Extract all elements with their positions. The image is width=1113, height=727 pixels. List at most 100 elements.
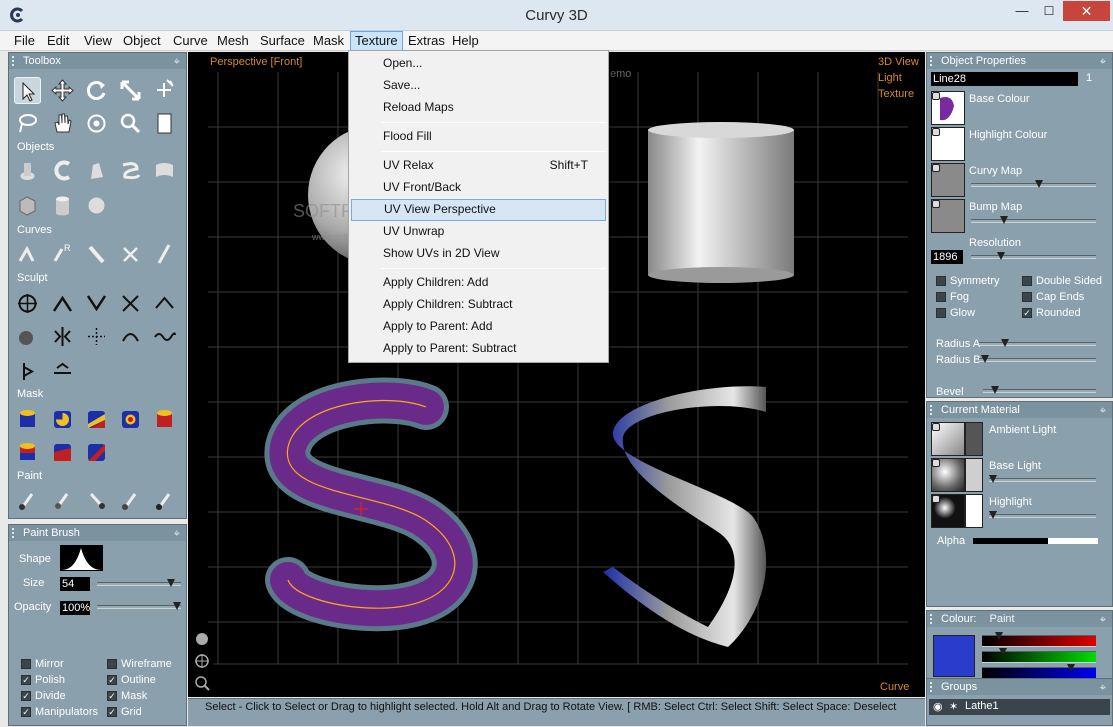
move-tool[interactable] (49, 77, 76, 104)
sheet-object-tool[interactable] (151, 157, 178, 184)
highlight-colour[interactable] (965, 494, 983, 528)
pan-view-icon[interactable] (193, 652, 211, 670)
colour-mode[interactable]: Paint (990, 613, 1015, 625)
lock-icon[interactable] (932, 92, 940, 100)
scale-tool[interactable] (117, 77, 144, 104)
3d-view-toggle[interactable]: 3D View (878, 56, 919, 68)
menu-item-uv-view-perspective[interactable]: UV View Perspective (351, 199, 606, 221)
mask-cylinder-tool[interactable] (151, 406, 178, 433)
red-channel-slider[interactable] (982, 632, 1096, 647)
sculpt-arrows-tool[interactable] (83, 323, 110, 350)
panel-grip[interactable] (12, 528, 20, 538)
paint-sharpen-tool[interactable] (117, 486, 144, 513)
slider-knob[interactable] (989, 511, 997, 519)
menu-item-reload-maps[interactable]: Reload Maps (351, 97, 606, 119)
radius-a-slider[interactable] (979, 339, 1096, 347)
panel-grip[interactable] (930, 56, 938, 66)
group-list-item[interactable]: ◉ ✶ Lathe1 (929, 699, 1110, 715)
eye-icon[interactable]: ◉ (933, 700, 943, 713)
menu-curve[interactable]: Curve (169, 31, 212, 51)
mask-gradient-tool[interactable] (83, 406, 110, 433)
cube-tool[interactable] (14, 192, 41, 219)
page-tool[interactable] (151, 110, 178, 137)
cylinder-tool[interactable] (49, 192, 76, 219)
lock-icon[interactable] (932, 495, 940, 503)
lasso-tool[interactable] (14, 110, 41, 137)
slider-knob[interactable] (1035, 180, 1044, 188)
sculpt-grab-tool[interactable] (14, 290, 41, 317)
menu-item-open[interactable]: Open... (351, 53, 606, 75)
menu-item-show-uvs[interactable]: Show UVs in 2D View (351, 243, 606, 265)
grid-checkbox[interactable]: ✓ Grid (107, 705, 142, 719)
panel-grip[interactable] (930, 682, 938, 692)
symmetry-checkbox[interactable]: Symmetry (936, 274, 1000, 288)
panel-grip[interactable] (12, 56, 20, 66)
wireframe-checkbox[interactable]: Wireframe (107, 657, 172, 671)
alpha-slider[interactable] (973, 538, 1098, 544)
pin-icon[interactable]: ⌖ (174, 54, 180, 70)
rounded-checkbox[interactable]: ✓ Rounded (1022, 306, 1081, 320)
sculpt-crease-tool[interactable] (49, 358, 76, 385)
orbit-tool[interactable] (83, 110, 110, 137)
slider-knob[interactable] (991, 386, 1000, 394)
glow-checkbox[interactable]: Glow (936, 306, 975, 320)
lock-icon[interactable] (932, 128, 940, 136)
light-toggle[interactable]: Light (878, 72, 902, 84)
sculpt-blob-tool[interactable] (14, 323, 41, 350)
mask-fill-tool[interactable] (14, 406, 41, 433)
menu-item-flood-fill[interactable]: Flood Fill (351, 126, 606, 148)
pin-icon[interactable]: ⌖ (1100, 403, 1106, 419)
sculpt-mirror-tool[interactable] (49, 323, 76, 350)
paint-blur-tool[interactable] (83, 486, 110, 513)
lock-icon[interactable] (932, 423, 940, 431)
curve-mode-label[interactable]: Curve (880, 681, 909, 693)
texture-toggle[interactable]: Texture (878, 88, 914, 100)
sculpt-wave-tool[interactable] (151, 323, 178, 350)
curve-object-tool[interactable] (49, 157, 76, 184)
mask-invert-tool[interactable] (14, 439, 41, 466)
base-light-colour[interactable] (965, 458, 983, 492)
menu-object[interactable]: Object (119, 31, 165, 51)
menu-file[interactable]: File (10, 31, 39, 51)
brush-shape-preview[interactable] (60, 545, 103, 571)
sphere-tool[interactable] (83, 192, 110, 219)
slider-knob[interactable] (173, 602, 181, 610)
mask-pie-tool[interactable] (49, 406, 76, 433)
divide-checkbox[interactable]: ✓ Divide (21, 689, 66, 703)
slider-knob[interactable] (1000, 216, 1009, 224)
menu-view[interactable]: View (80, 31, 116, 51)
paint-stamp-tool[interactable] (151, 486, 178, 513)
polish-checkbox[interactable]: ✓ Polish (21, 673, 65, 687)
sculpt-twist-tool[interactable] (117, 323, 144, 350)
zoom-tool[interactable] (117, 110, 144, 137)
mask-checkbox[interactable]: ✓ Mask (107, 689, 147, 703)
maximize-button[interactable]: ☐ (1036, 1, 1062, 21)
resolution-slider[interactable] (971, 252, 1096, 260)
menu-help[interactable]: Help (448, 31, 483, 51)
menu-item-apply-children-subtract[interactable]: Apply Children: Subtract (351, 294, 606, 316)
cylinder-object[interactable] (648, 122, 794, 283)
menu-extras[interactable]: Extras (404, 31, 449, 51)
slider-knob[interactable] (1066, 664, 1075, 672)
sculpt-pinch-tool[interactable] (49, 290, 76, 317)
slider-knob[interactable] (1000, 339, 1009, 347)
size-slider[interactable] (97, 579, 181, 587)
rotate-tool[interactable] (83, 77, 110, 104)
ruler-tool[interactable] (151, 241, 178, 268)
menu-edit[interactable]: Edit (43, 31, 73, 51)
opacity-field[interactable]: 100% (60, 601, 90, 615)
curvy-map-slider[interactable] (971, 180, 1096, 188)
view-label[interactable]: Perspective [Front] (210, 56, 302, 68)
panel-grip[interactable] (930, 405, 938, 415)
menu-item-save[interactable]: Save... (351, 75, 606, 97)
mask-blend-tool[interactable] (49, 439, 76, 466)
curve-rotate-tool[interactable]: R (49, 241, 76, 268)
pin-icon[interactable]: ⌖ (1100, 680, 1106, 696)
cap-ends-checkbox[interactable]: Cap Ends (1022, 290, 1084, 304)
menu-texture[interactable]: Texture (350, 31, 403, 51)
menu-surface[interactable]: Surface (256, 31, 309, 51)
knife-tool[interactable] (83, 241, 110, 268)
sculpt-flatten-tool[interactable] (14, 358, 41, 385)
menu-item-uv-unwrap[interactable]: UV Unwrap (351, 221, 606, 243)
paint-brush-tool[interactable] (14, 486, 41, 513)
